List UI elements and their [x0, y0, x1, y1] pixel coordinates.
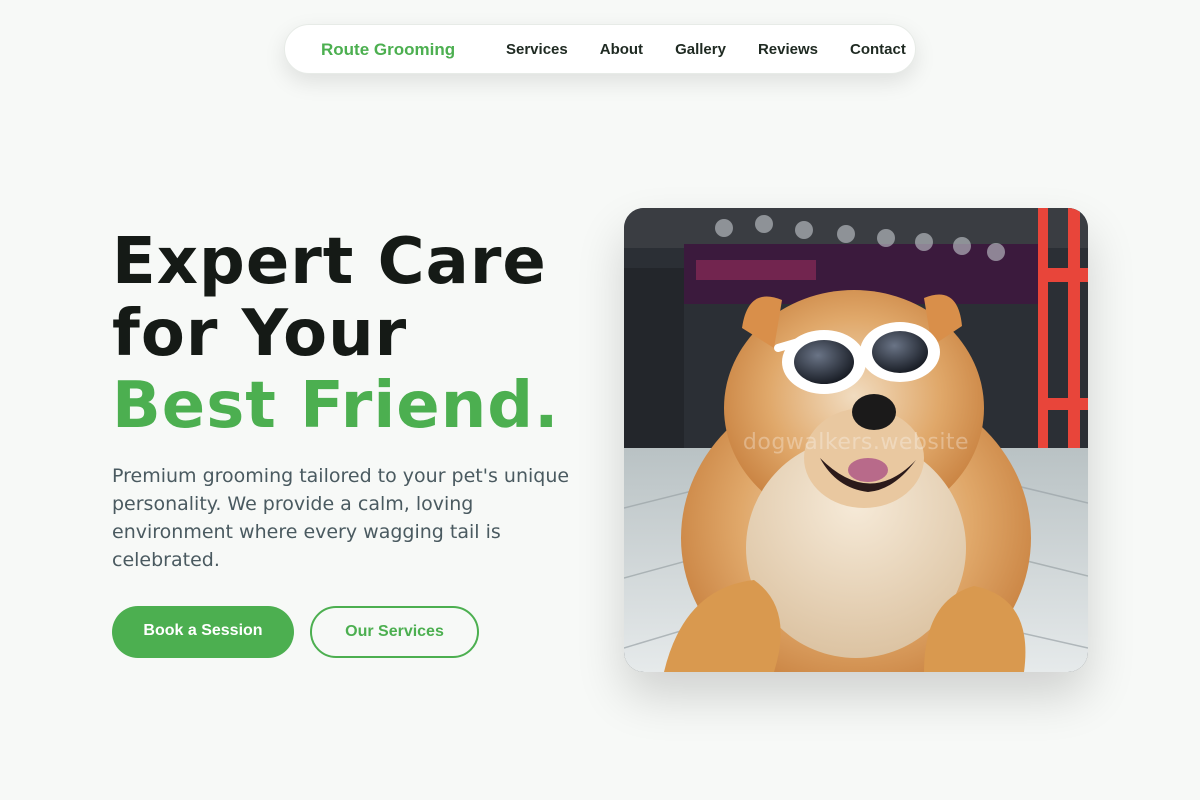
nav-link-reviews[interactable]: Reviews [758, 41, 818, 58]
hero-headline: Expert Care for Your Best Friend. [112, 226, 592, 442]
headline-accent: Best Friend. [112, 369, 560, 443]
nav-link-contact[interactable]: Contact [850, 41, 906, 58]
top-navigation: Route Grooming Services About Gallery Re… [284, 24, 916, 74]
book-session-button[interactable]: Book a Session [112, 606, 294, 658]
nav-links: Services About Gallery Reviews Contact [506, 41, 906, 58]
nav-link-services[interactable]: Services [506, 41, 568, 58]
nav-link-gallery[interactable]: Gallery [675, 41, 726, 58]
hero-description: Premium grooming tailored to your pet's … [112, 465, 570, 571]
hero-dog-photo: dogwalkers.website [624, 208, 1088, 672]
brand-logo-link[interactable]: Route Grooming [321, 40, 455, 60]
dog-illustration [624, 208, 1088, 672]
headline-line-1: Expert Care [112, 225, 547, 299]
nav-link-about[interactable]: About [600, 41, 643, 58]
our-services-button[interactable]: Our Services [310, 606, 479, 658]
headline-line-2: for Your [112, 297, 408, 371]
